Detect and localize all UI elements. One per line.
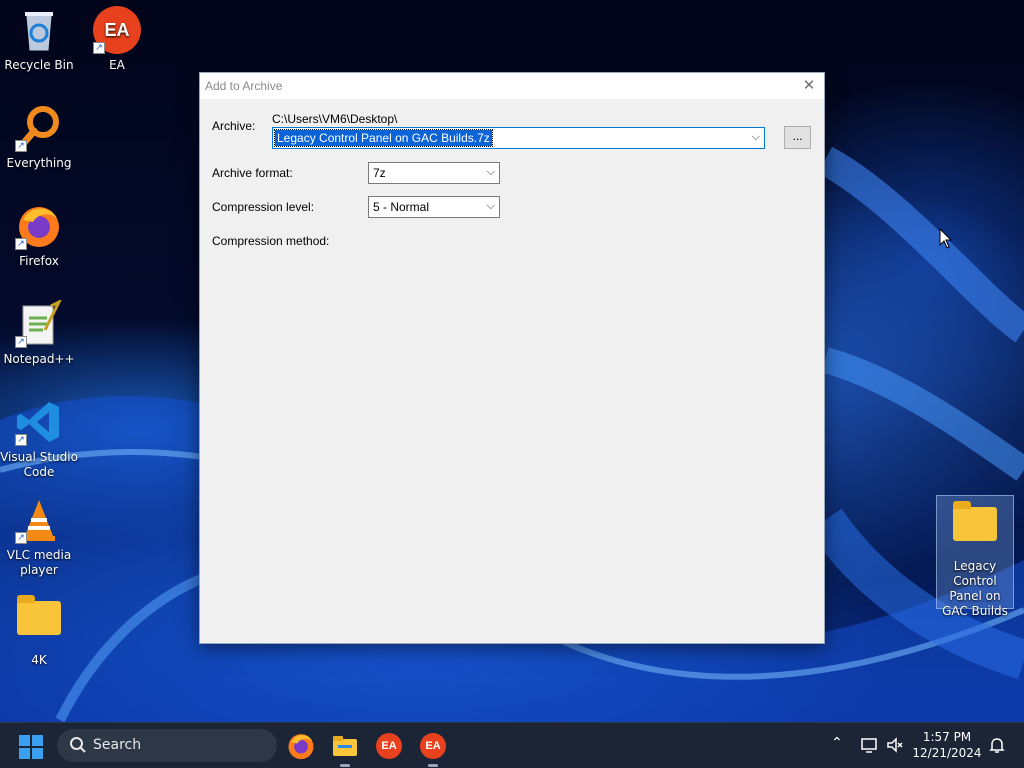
desktop-icon-firefox[interactable]: ↗ Firefox: [0, 202, 78, 269]
taskbar-clock[interactable]: 1:57 PM 12/21/2024: [912, 729, 982, 761]
taskbar-file-explorer[interactable]: [330, 731, 360, 767]
folder-icon: [951, 501, 999, 555]
desktop-icon-ea[interactable]: EA ↗ EA: [78, 6, 156, 73]
file-explorer-icon: [333, 736, 357, 756]
firefox-icon: [288, 734, 314, 760]
archive-format-label: Archive format:: [212, 166, 293, 180]
clock-date: 12/21/2024: [912, 746, 982, 760]
folder-icon: [15, 595, 63, 649]
search-icon: [70, 737, 86, 753]
vlc-icon: ↗: [15, 496, 63, 544]
everything-search-icon: ↗: [15, 104, 63, 152]
desktop-icon-label: VLC media player: [6, 548, 72, 577]
desktop-icon-recycle-bin[interactable]: Recycle Bin: [0, 6, 78, 73]
desktop-icon-label: Firefox: [19, 254, 59, 268]
chevron-down-icon[interactable]: ⌵: [487, 200, 495, 213]
desktop-icon-label: Visual Studio Code: [0, 450, 78, 479]
taskbar-ea[interactable]: EA: [374, 731, 404, 761]
shortcut-arrow-icon: ↗: [93, 42, 105, 54]
taskbar-firefox[interactable]: [286, 731, 316, 761]
desktop-icon-label: Notepad++: [3, 352, 75, 366]
close-icon[interactable]: ✕: [798, 76, 820, 96]
compression-level-select[interactable]: 5 - Normal ⌵: [368, 196, 500, 218]
clock-time: 1:57 PM: [922, 730, 972, 744]
mouse-cursor-icon: [939, 228, 953, 249]
add-to-archive-dialog: Add to Archive ✕ Archive: C:\Users\VM6\D…: [199, 72, 825, 644]
desktop-icon-label: EA: [109, 58, 125, 72]
ea-icon: EA: [420, 733, 446, 759]
desktop-icon-label: Recycle Bin: [4, 58, 74, 72]
windows-start-icon[interactable]: [18, 734, 44, 760]
archive-path: C:\Users\VM6\Desktop\: [272, 112, 398, 126]
dialog-titlebar[interactable]: Add to Archive ✕: [200, 73, 824, 99]
desktop-icon-folder-legacy-control-panel[interactable]: Legacy Control Panel on GAC Builds: [936, 495, 1014, 618]
search-label: Search: [93, 737, 142, 753]
desktop-icon-label: 4K: [31, 653, 47, 667]
desktop-icon-label: Everything: [6, 156, 72, 170]
chevron-down-icon[interactable]: ⌵: [752, 131, 760, 144]
compression-level-value: 5 - Normal: [373, 200, 430, 214]
vscode-icon: ↗: [15, 398, 63, 446]
desktop-icon-folder-4k[interactable]: 4K: [0, 594, 78, 668]
desktop-icon-everything[interactable]: ↗ Everything: [0, 104, 78, 171]
archive-name-input[interactable]: Legacy Control Panel on GAC Builds.7z: [274, 129, 493, 147]
desktop-icon-label: Legacy Control Panel on GAC Builds: [942, 559, 1008, 618]
archive-format-value: 7z: [373, 166, 386, 180]
dialog-title: Add to Archive: [205, 79, 283, 93]
compression-level-label: Compression level:: [212, 200, 315, 214]
chevron-down-icon[interactable]: ⌵: [487, 166, 495, 179]
taskbar: Search EA EA ⌃ 1:57 PM 12/21/2024: [0, 722, 1024, 768]
ea-icon: EA: [376, 733, 402, 759]
shortcut-arrow-icon: ↗: [15, 140, 27, 152]
shortcut-arrow-icon: ↗: [15, 336, 27, 348]
shortcut-arrow-icon: ↗: [15, 532, 27, 544]
archive-label: Archive:: [212, 119, 256, 133]
chevron-up-icon[interactable]: ⌃: [831, 735, 843, 751]
desktop-icon-notepad-plus-plus[interactable]: ↗ Notepad++: [0, 298, 78, 367]
browse-button[interactable]: ...: [784, 126, 811, 149]
desktop-icon-vscode[interactable]: ↗ Visual Studio Code: [0, 398, 78, 480]
taskbar-search-box[interactable]: Search: [57, 729, 277, 762]
firefox-icon: ↗: [15, 202, 63, 250]
shortcut-arrow-icon: ↗: [15, 238, 27, 250]
archive-name-combobox[interactable]: Legacy Control Panel on GAC Builds.7z ⌵: [272, 127, 765, 149]
desktop-icon-vlc[interactable]: ↗ VLC media player: [0, 496, 78, 578]
notepad-plus-plus-icon: ↗: [15, 298, 63, 348]
compression-method-label: Compression method:: [212, 234, 330, 248]
archive-format-select[interactable]: 7z ⌵: [368, 162, 500, 184]
ea-icon: EA ↗: [93, 6, 141, 54]
taskbar-ea-app[interactable]: EA: [418, 731, 448, 767]
network-icon[interactable]: [860, 736, 878, 754]
notification-bell-icon[interactable]: [988, 736, 1006, 754]
shortcut-arrow-icon: ↗: [15, 434, 27, 446]
recycle-bin-icon: [15, 6, 63, 54]
volume-muted-icon[interactable]: [886, 736, 904, 754]
